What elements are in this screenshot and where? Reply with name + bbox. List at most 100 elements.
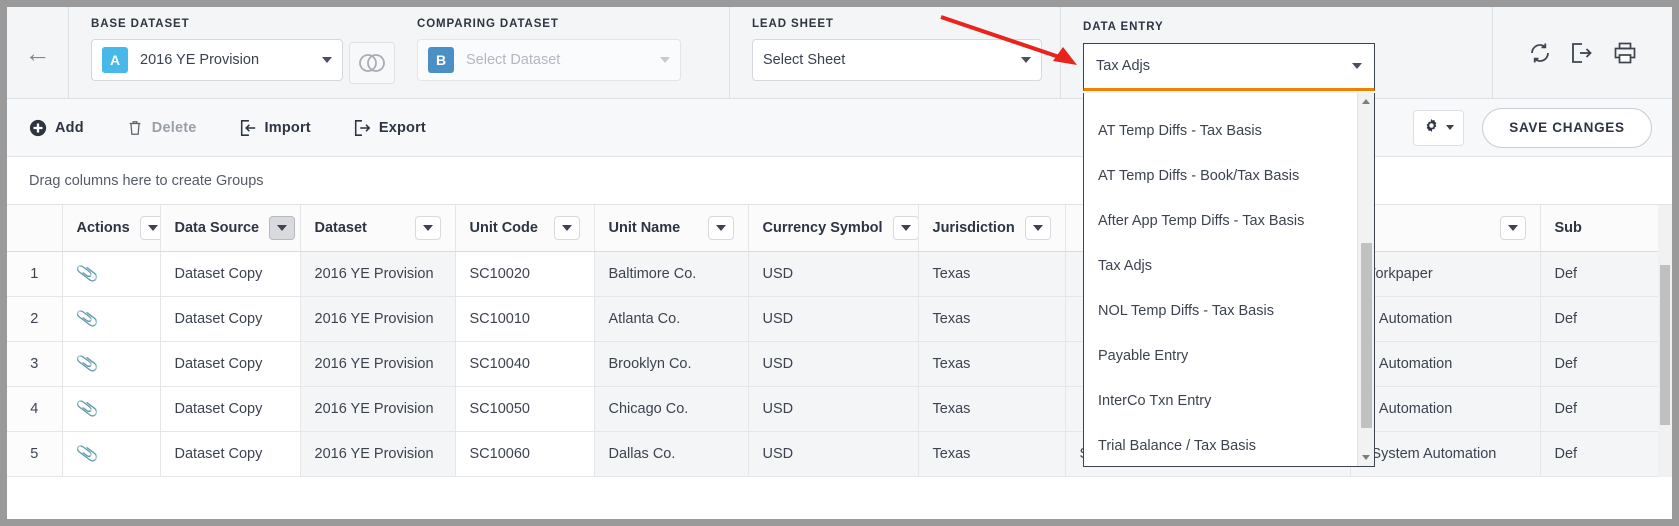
filter-data-source-button[interactable] (269, 215, 296, 240)
grid-scrollbar-thumb[interactable] (1660, 265, 1670, 425)
cell-workpaper: AUTO - System Automation (1350, 431, 1541, 477)
print-icon[interactable] (1613, 41, 1637, 65)
data-entry-label: DATA ENTRY (1083, 21, 1164, 33)
group-drop-area[interactable]: Drag columns here to create Groups (7, 157, 1672, 205)
comparing-dataset-placeholder: Select Dataset (466, 52, 561, 68)
delete-button[interactable]: Delete (126, 119, 197, 137)
header-currency-symbol[interactable]: Currency Symbol (748, 205, 919, 252)
cell-unit-name: Brooklyn Co. (594, 341, 749, 387)
lead-sheet-label: LEAD SHEET (752, 18, 834, 30)
dropdown-scrollbar[interactable] (1357, 93, 1374, 466)
cell-data-source: Dataset Copy (160, 386, 301, 432)
export-button-label: Export (378, 119, 426, 136)
venn-diagram-icon[interactable] (349, 42, 395, 84)
filter-actions-button[interactable] (139, 215, 159, 240)
dropdown-option[interactable]: After App Temp Diffs - Tax Basis (1084, 198, 1357, 243)
cell-jurisdiction: Texas (918, 341, 1066, 387)
header-jurisdiction[interactable]: Jurisdiction (918, 205, 1066, 252)
dropdown-option[interactable]: Trial Balance / Tax Basis (1084, 423, 1357, 466)
gear-icon (1423, 117, 1440, 139)
filter-unit-code-button[interactable] (553, 215, 580, 240)
trash-icon (126, 119, 144, 137)
paperclip-icon[interactable]: 📎 (75, 352, 100, 376)
row-number: 5 (7, 431, 63, 477)
top-icon-bar (1492, 7, 1672, 98)
dropdown-option[interactable]: InterCo Txn Entry (1084, 378, 1357, 423)
scroll-up-arrow-icon[interactable] (1358, 93, 1374, 110)
paperclip-icon[interactable]: 📎 (75, 442, 100, 466)
back-button[interactable]: ← (7, 7, 69, 98)
cell-dataset: 2016 YE Provision (300, 251, 456, 297)
table-row[interactable]: 2 📎 Dataset Copy 2016 YE Provision SC100… (7, 296, 1672, 342)
filter-currency-symbol-button[interactable] (892, 215, 917, 240)
header-dataset[interactable]: Dataset (300, 205, 456, 252)
table-row[interactable]: 1 📎 Dataset Copy 2016 YE Provision SC100… (7, 251, 1672, 297)
save-changes-button[interactable]: SAVE CHANGES (1482, 107, 1652, 148)
cell-unit-code: SC10020 (455, 251, 595, 297)
cell-currency: USD (748, 431, 919, 477)
row-attachment-cell[interactable]: 📎 (62, 251, 161, 297)
row-attachment-cell[interactable]: 📎 (62, 341, 161, 387)
row-attachment-cell[interactable]: 📎 (62, 386, 161, 432)
data-entry-select[interactable]: Tax Adjs (1083, 43, 1375, 91)
arrow-left-icon: ← (24, 37, 51, 68)
base-dataset-select[interactable]: A 2016 YE Provision (91, 39, 343, 81)
cell-unit-name: Atlanta Co. (594, 296, 749, 342)
header-dataset-label: Dataset (314, 219, 367, 236)
row-number: 2 (7, 296, 63, 342)
export-logout-icon[interactable] (1570, 41, 1594, 65)
header-workpaper[interactable] (1350, 205, 1541, 252)
comparing-dataset-select[interactable]: B Select Dataset (417, 39, 681, 81)
save-changes-label: SAVE CHANGES (1509, 120, 1625, 135)
settings-button[interactable] (1413, 109, 1464, 146)
add-button[interactable]: Add (29, 119, 84, 137)
lead-sheet-select[interactable]: Select Sheet (752, 39, 1042, 81)
header-actions[interactable]: Actions (62, 205, 161, 252)
row-number: 1 (7, 251, 63, 297)
dropdown-option[interactable]: AT Temp Diffs - Book/Tax Basis (1084, 153, 1357, 198)
table-row[interactable]: 5 📎 Dataset Copy 2016 YE Provision SC100… (7, 431, 1672, 477)
filter-unit-name-button[interactable] (707, 215, 734, 240)
paperclip-icon[interactable]: 📎 (75, 262, 100, 286)
filter-workpaper-button[interactable] (1499, 215, 1526, 240)
cell-unit-name: Chicago Co. (594, 386, 749, 432)
dropdown-option[interactable]: Payable Entry (1084, 333, 1357, 378)
table-row[interactable]: 3 📎 Dataset Copy 2016 YE Provision SC100… (7, 341, 1672, 387)
dropdown-option[interactable]: NOL Temp Diffs - Tax Basis (1084, 288, 1357, 333)
dropdown-option[interactable]: AT Temp Diffs - Tax Basis (1084, 108, 1357, 153)
cell-unit-code: SC10060 (455, 431, 595, 477)
dropdown-option[interactable]: Tax Adjs (1084, 243, 1357, 288)
comparing-dataset-group: COMPARING DATASET B Select Dataset (395, 7, 729, 98)
cell-jurisdiction: Texas (918, 386, 1066, 432)
refresh-icon[interactable] (1528, 41, 1552, 65)
paperclip-icon[interactable]: 📎 (75, 397, 100, 421)
dropdown-scrollbar-thumb[interactable] (1361, 243, 1372, 428)
header-unit-code[interactable]: Unit Code (455, 205, 595, 252)
export-button[interactable]: Export (353, 119, 426, 137)
import-button[interactable]: Import (239, 119, 311, 137)
compare-toggle-wrap (349, 7, 395, 98)
import-icon (239, 119, 257, 137)
cell-workpaper: Active Workpaper (1350, 251, 1541, 297)
scroll-down-arrow-icon[interactable] (1358, 449, 1374, 466)
header-data-source[interactable]: Data Source (160, 205, 301, 252)
cell-currency: USD (748, 386, 919, 432)
header-unit-code-label: Unit Code (469, 219, 538, 236)
header-unit-name[interactable]: Unit Name (594, 205, 749, 252)
export-icon (353, 119, 371, 137)
paperclip-icon[interactable]: 📎 (75, 307, 100, 331)
cell-workpaper: - System Automation (1350, 296, 1541, 342)
row-attachment-cell[interactable]: 📎 (62, 431, 161, 477)
row-attachment-cell[interactable]: 📎 (62, 296, 161, 342)
cell-unit-name: Dallas Co. (594, 431, 749, 477)
data-entry-dropdown: AT Temp Diffs - Tax Basis AT Temp Diffs … (1083, 93, 1375, 467)
cell-jurisdiction: Texas (918, 431, 1066, 477)
header-actions-label: Actions (76, 219, 130, 236)
table-row[interactable]: 4 📎 Dataset Copy 2016 YE Provision SC100… (7, 386, 1672, 432)
grid-vertical-scrollbar[interactable] (1658, 205, 1672, 477)
cell-unit-code: SC10050 (455, 386, 595, 432)
header-rownum (7, 205, 63, 252)
add-button-label: Add (55, 119, 84, 136)
filter-jurisdiction-button[interactable] (1024, 215, 1051, 240)
filter-dataset-button[interactable] (414, 215, 441, 240)
